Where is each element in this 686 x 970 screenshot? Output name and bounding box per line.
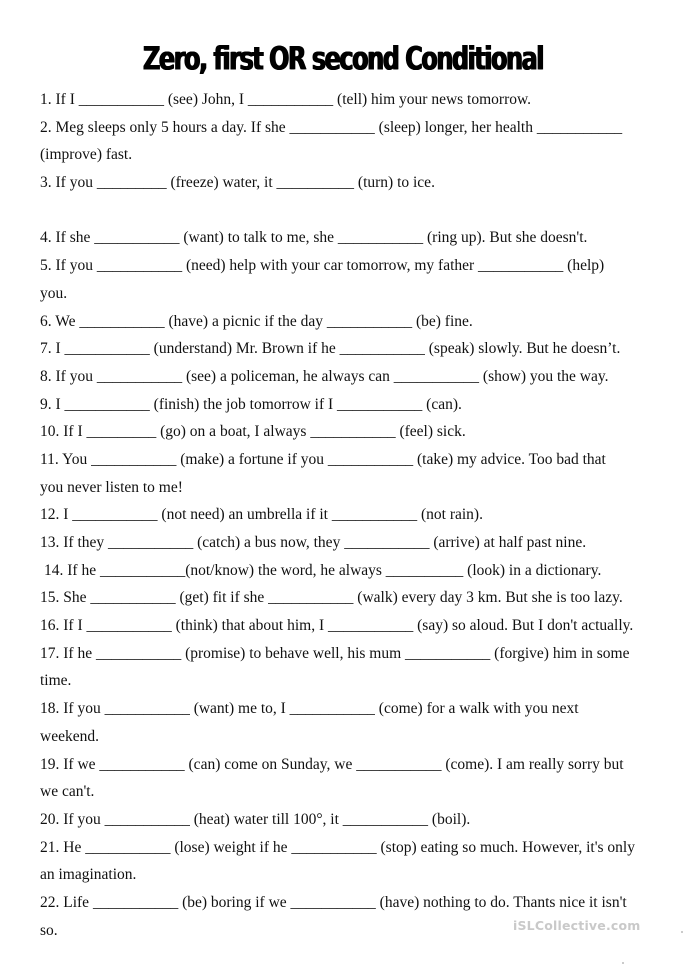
exercise-line: an imagination.: [40, 866, 137, 884]
exercise-line: 9. I ___________ (finish) the job tomorr…: [40, 395, 462, 413]
speck-mark: [622, 962, 624, 964]
worksheet-page: Zero, first OR second Conditional 1. If …: [0, 0, 686, 970]
exercise-line: you never listen to me!: [40, 478, 183, 496]
exercise-line: 15. She ___________ (get) fit if she ___…: [40, 589, 623, 607]
exercise-line: 5. If you ___________ (need) help with y…: [40, 257, 605, 275]
exercise-list: 1. If I ___________ (see) John, I ______…: [40, 86, 670, 944]
exercise-line: 21. He ___________ (lose) weight if he _…: [40, 838, 635, 856]
site-watermark: iSLCollective.com: [513, 918, 641, 933]
exercise-line: 2. Meg sleeps only 5 hours a day. If she…: [40, 118, 623, 136]
exercise-line: 18. If you ___________ (want) me to, I _…: [40, 700, 579, 718]
exercise-line: 11. You ___________ (make) a fortune if …: [40, 450, 606, 468]
exercise-line: 17. If he ___________ (promise) to behav…: [40, 644, 630, 662]
exercise-line: 12. I ___________ (not need) an umbrella…: [40, 506, 483, 524]
speck-mark: [681, 931, 683, 933]
exercise-line: 10. If I _________ (go) on a boat, I alw…: [40, 423, 466, 441]
exercise-line: (improve) fast.: [40, 146, 133, 164]
exercise-line: 1. If I ___________ (see) John, I ______…: [40, 91, 532, 108]
exercise-line: you.: [40, 284, 68, 302]
exercise-line: 4. If she ___________ (want) to talk to …: [40, 229, 588, 247]
exercise-line: 8. If you ___________ (see) a policeman,…: [40, 367, 609, 385]
exercise-line: 19. If we ___________ (can) come on Sund…: [40, 755, 624, 773]
exercise-line: 13. If they ___________ (catch) a bus no…: [40, 534, 587, 551]
exercise-line: 3. If you _________ (freeze) water, it _…: [40, 174, 435, 192]
exercise-line: time.: [40, 672, 72, 690]
exercise-line: 6. We ___________ (have) a picnic if the…: [40, 312, 473, 330]
blank-gap: [40, 197, 670, 225]
exercise-line: weekend.: [40, 727, 99, 745]
exercise-line: 16. If I ___________ (think) that about …: [40, 617, 634, 635]
exercise-line: 20. If you ___________ (heat) water till…: [40, 810, 471, 828]
exercise-line: 14. If he ___________(not/know) the word…: [44, 561, 602, 579]
worksheet-title: Zero, first OR second Conditional: [142, 40, 545, 78]
exercise-line: 22. Life ___________ (be) boring if we _…: [40, 893, 627, 911]
exercise-line: 7. I ___________ (understand) Mr. Brown …: [40, 340, 621, 358]
exercise-line: we can't.: [40, 783, 95, 801]
